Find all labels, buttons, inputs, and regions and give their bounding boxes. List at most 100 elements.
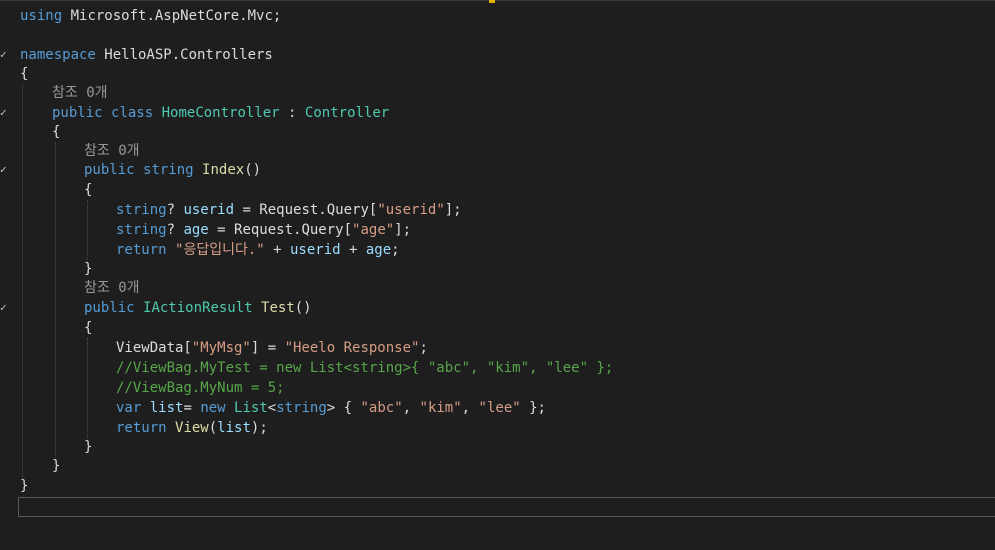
code-token: List xyxy=(234,400,268,416)
indent-guide xyxy=(87,338,88,438)
codelens-references[interactable]: 참조 0개 xyxy=(84,280,140,296)
codelens-references[interactable]: 참조 0개 xyxy=(84,143,140,159)
code-token: > { xyxy=(326,400,361,416)
code-text: public IActionResult Test() xyxy=(84,298,312,318)
code-token: "age" xyxy=(352,222,395,238)
code-token: < xyxy=(267,400,277,416)
code-token: ; xyxy=(419,340,428,356)
code-token: using xyxy=(20,8,63,24)
code-token: + xyxy=(340,242,366,258)
code-text: 참조 0개 xyxy=(84,278,140,298)
code-token: }; xyxy=(520,400,546,416)
code-text: public class HomeController : Controller xyxy=(52,103,389,123)
code-editor[interactable]: using Microsoft.AspNetCore.Mvc; ✓ namespac… xyxy=(0,0,995,550)
change-marker xyxy=(489,0,495,3)
code-text: } xyxy=(20,476,28,496)
code-text: 참조 0개 xyxy=(52,83,108,103)
code-token: "lee" xyxy=(478,400,521,416)
code-token: Microsoft.AspNetCore.Mvc; xyxy=(62,8,282,24)
code-token: ? xyxy=(166,222,184,238)
code-token: var xyxy=(116,400,142,416)
code-token: public xyxy=(84,300,135,316)
code-token: { xyxy=(84,182,93,198)
code-token: public xyxy=(84,162,135,178)
code-text: using Microsoft.AspNetCore.Mvc; xyxy=(20,6,281,26)
code-token: = Request.Query[ xyxy=(208,222,353,238)
find-input-box[interactable] xyxy=(18,497,995,517)
code-token: string xyxy=(276,400,327,416)
code-token: : xyxy=(279,105,305,121)
code-token: return xyxy=(116,242,167,258)
code-token: ]; xyxy=(444,202,462,218)
code-text: //ViewBag.MyTest = new List<string>{ "ab… xyxy=(116,358,613,378)
code-text: return "응답입니다." + userid + age; xyxy=(116,240,400,260)
fold-toggle-icon[interactable]: ✓ xyxy=(0,45,10,65)
code-token: age xyxy=(183,222,209,238)
code-text: } xyxy=(84,437,92,457)
code-token: ; xyxy=(391,242,400,258)
fold-toggle-icon[interactable]: ✓ xyxy=(0,298,10,318)
code-token: } xyxy=(84,261,93,277)
code-text: { xyxy=(84,180,92,200)
code-token: //ViewBag.MyTest = new List<string>{ "ab… xyxy=(116,360,614,376)
code-text: string? age = Request.Query["age"]; xyxy=(116,220,411,240)
fold-toggle-icon[interactable]: ✓ xyxy=(0,160,10,180)
indent-guide xyxy=(55,142,56,458)
code-token: { xyxy=(52,124,61,140)
code-token: () xyxy=(244,162,262,178)
code-token: } xyxy=(84,439,93,455)
code-token: string xyxy=(116,202,167,218)
code-text: public string Index() xyxy=(84,160,261,180)
code-token: ); xyxy=(250,420,268,436)
code-token: Controller xyxy=(304,105,390,121)
code-token: public xyxy=(52,105,103,121)
code-token: return xyxy=(116,420,167,436)
code-text: string? userid = Request.Query["userid"]… xyxy=(116,200,462,220)
code-text: } xyxy=(52,456,60,476)
code-token: } xyxy=(52,458,61,474)
indent-guide xyxy=(22,85,23,478)
code-text: namespace HelloASP.Controllers xyxy=(20,45,273,65)
code-text: //ViewBag.MyNum = 5; xyxy=(116,378,285,398)
code-token: age xyxy=(365,242,392,258)
code-token: list xyxy=(217,420,251,436)
code-token: , xyxy=(402,400,420,416)
code-token: ] = xyxy=(250,340,285,356)
code-token: //ViewBag.MyNum = 5; xyxy=(116,380,285,396)
code-token: { xyxy=(84,320,93,336)
code-token: HomeController xyxy=(161,105,280,121)
code-token: "abc" xyxy=(360,400,403,416)
code-token: IActionResult xyxy=(143,300,253,316)
code-token: Index xyxy=(202,162,245,178)
code-token: userid xyxy=(290,242,341,258)
code-text: { xyxy=(20,64,28,84)
code-token: userid xyxy=(183,202,235,218)
fold-toggle-icon[interactable]: ✓ xyxy=(0,103,10,123)
code-token: string xyxy=(116,222,167,238)
code-token: string xyxy=(143,162,194,178)
code-token: + xyxy=(264,242,290,258)
code-token: , xyxy=(461,400,479,416)
indent-guide xyxy=(87,200,88,260)
code-token: = Request.Query[ xyxy=(234,202,378,218)
code-token: ? xyxy=(166,202,184,218)
code-token: } xyxy=(20,478,29,494)
codelens-references[interactable]: 참조 0개 xyxy=(52,85,108,101)
editor-top-border xyxy=(0,0,995,1)
code-token: { xyxy=(20,66,29,82)
code-token: "MyMsg" xyxy=(191,340,251,356)
code-text: return View(list); xyxy=(116,418,268,438)
code-token: namespace xyxy=(20,47,96,63)
code-text: { xyxy=(84,318,92,338)
code-token: View xyxy=(175,420,209,436)
code-token: ( xyxy=(208,420,218,436)
code-token: ViewData[ xyxy=(116,340,192,356)
